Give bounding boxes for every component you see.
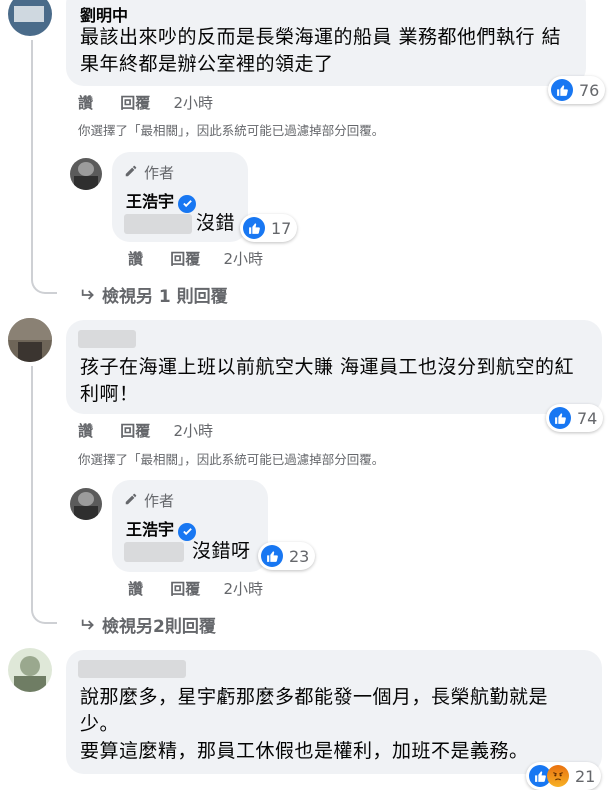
like-icon <box>243 217 265 239</box>
like-button[interactable]: 讚 <box>78 420 93 441</box>
reply-arrow-icon <box>80 617 96 637</box>
blurred-mention <box>124 542 184 562</box>
reply-actions: 讚 回覆 2小時 <box>128 248 263 269</box>
verified-badge-icon <box>178 194 197 213</box>
author-badge: 作者 <box>124 490 174 511</box>
reaction-summary[interactable]: 23 <box>258 542 316 570</box>
comment-text-line: 最該出來吵的反而是長榮海運的船員 業務都他們執行 結 <box>80 26 562 48</box>
author-badge: 作者 <box>124 162 174 183</box>
comment-bubble: 孩子在海運上班以前航空大賺 海運員工也沒分到航空的紅 利啊！ <box>66 320 602 414</box>
filter-note: 你選擇了「最相關」，因此系統可能已過濾掉部分回覆。 <box>78 452 385 467</box>
author-pen-icon <box>124 164 138 182</box>
thread-curve <box>31 270 57 294</box>
reply-author-avatar[interactable] <box>70 158 102 190</box>
comment-bubble: 劉明中 最該出來吵的反而是長榮海運的船員 業務都他們執行 結 果年終都是辦公室裡… <box>66 0 586 86</box>
comment-bubble: 說那麼多，星宇虧那麼多都能發一個月，長榮航勤就是 少。 要算這麼精，那員工休假也… <box>66 650 602 774</box>
comment-time[interactable]: 2小時 <box>174 420 214 441</box>
like-button[interactable]: 讚 <box>128 578 143 599</box>
comment-text-line: 孩子在海運上班以前航空大賺 海運員工也沒分到航空的紅 <box>80 356 575 378</box>
comment-text-line: 說那麼多，星宇虧那麼多都能發一個月，長榮航勤就是 <box>80 686 549 708</box>
comment-actions: 讚 回覆 2小時 <box>78 92 213 113</box>
reply-button[interactable]: 回覆 <box>170 248 200 269</box>
reply-button[interactable]: 回覆 <box>120 92 150 113</box>
reply-author-name[interactable]: 王浩宇 <box>126 192 174 211</box>
comment-time[interactable]: 2小時 <box>174 92 214 113</box>
reaction-summary[interactable]: 17 <box>240 214 298 242</box>
thread-line <box>31 366 33 602</box>
like-button[interactable]: 讚 <box>128 248 143 269</box>
view-more-replies[interactable]: 檢視另2則回覆 <box>80 612 216 637</box>
reply-author[interactable]: 王浩宇 <box>126 516 197 541</box>
reaction-count: 76 <box>579 80 600 100</box>
comment-text-line: 利啊！ <box>80 383 139 405</box>
comment-text-line: 果年終都是辦公室裡的領走了 <box>80 53 334 75</box>
blurred-mention <box>124 214 192 234</box>
reaction-summary[interactable]: 76 <box>548 76 606 104</box>
commenter-avatar[interactable] <box>8 648 52 692</box>
comment-text-line: 要算這麼精，那員工休假也是權利，加班不是義務。 <box>80 740 529 762</box>
reply-text: 沒錯 <box>196 212 236 234</box>
reply-button[interactable]: 回覆 <box>170 578 200 599</box>
comment-time[interactable]: 2小時 <box>224 578 264 599</box>
filter-note: 你選擇了「最相關」，因此系統可能已過濾掉部分回覆。 <box>78 123 385 138</box>
reaction-count: 23 <box>289 546 310 566</box>
reaction-count: 17 <box>271 218 292 238</box>
reaction-count: 74 <box>577 408 598 428</box>
like-icon <box>549 407 571 429</box>
thread-curve <box>31 600 57 624</box>
reply-bubble: 作者 王浩宇 沒錯呀 <box>112 480 268 572</box>
reply-bubble: 作者 王浩宇 沒錯 <box>112 152 248 242</box>
like-button[interactable]: 讚 <box>78 92 93 113</box>
reaction-summary[interactable]: 74 <box>546 404 604 432</box>
reply-author-name[interactable]: 王浩宇 <box>126 520 174 539</box>
comment-time[interactable]: 2小時 <box>224 248 264 269</box>
reply-arrow-icon <box>80 287 96 307</box>
reply-button[interactable]: 回覆 <box>120 420 150 441</box>
view-more-replies[interactable]: 檢視另 1 則回覆 <box>80 282 228 307</box>
view-more-label[interactable]: 檢視另 1 則回覆 <box>102 287 228 307</box>
like-icon <box>551 79 573 101</box>
commenter-avatar[interactable] <box>8 318 52 362</box>
author-badge-label: 作者 <box>144 492 175 510</box>
view-more-label[interactable]: 檢視另2則回覆 <box>102 617 216 637</box>
like-icon <box>261 545 283 567</box>
comment-author[interactable]: 劉明中 <box>80 2 128 26</box>
commenter-avatar[interactable] <box>8 0 52 36</box>
reply-actions: 讚 回覆 2小時 <box>128 578 263 599</box>
comment-actions: 讚 回覆 2小時 <box>78 420 213 441</box>
thread-line <box>31 40 33 272</box>
author-badge-label: 作者 <box>144 164 175 182</box>
reply-author[interactable]: 王浩宇 <box>126 188 197 213</box>
reply-text: 沒錯呀 <box>192 540 251 562</box>
author-pen-icon <box>124 492 138 510</box>
reply-author-avatar[interactable] <box>70 488 102 520</box>
reaction-summary[interactable]: 21 <box>526 762 602 790</box>
blurred-author-name[interactable] <box>78 660 186 678</box>
blurred-author-name[interactable] <box>78 330 136 348</box>
angry-icon <box>547 765 569 787</box>
reaction-count: 21 <box>575 766 596 786</box>
comment-text-line: 少。 <box>80 713 120 735</box>
